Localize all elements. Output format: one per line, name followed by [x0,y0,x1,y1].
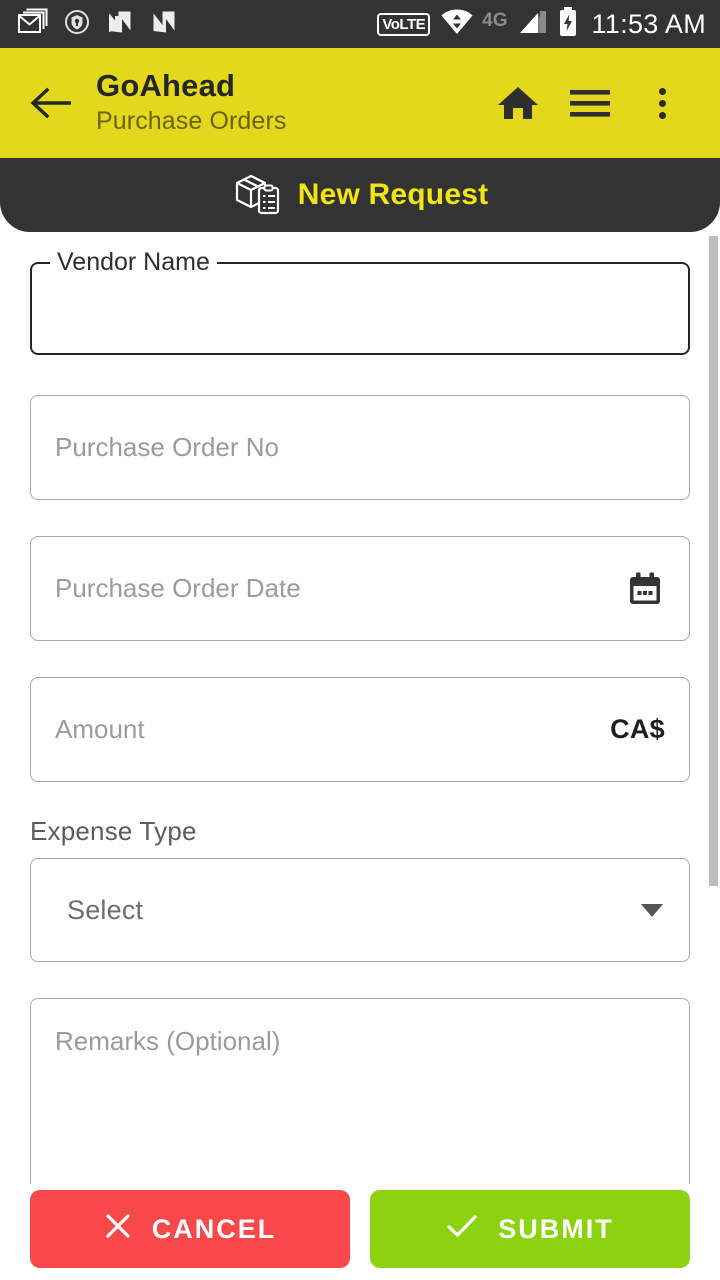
page-subtitle: Purchase Orders [96,107,287,136]
gmail-icon [18,8,48,41]
new-request-banner: New Request [0,158,720,232]
remarks-input[interactable] [55,1025,665,1171]
vendor-name-input[interactable] [48,268,672,347]
cancel-button-label: CANCEL [151,1213,277,1244]
overflow-menu-button[interactable] [626,67,698,139]
vendor-name-field[interactable]: Vendor Name [30,250,690,355]
purchase-order-no-input[interactable] [55,432,665,463]
wifi-icon [440,8,474,41]
status-bar-clock: 11:53 AM [591,8,706,39]
signal-icon [518,8,548,41]
home-icon [498,87,538,119]
chevron-down-icon [641,903,663,917]
scrollbar-thumb[interactable] [709,236,718,886]
submit-button-label: SUBMIT [498,1213,614,1244]
banner-title: New Request [297,178,489,211]
hamburger-menu-icon [570,90,610,117]
app-bar: GoAhead Purchase Orders [0,48,720,158]
page-title: GoAhead [96,67,236,103]
nova-launcher-icon [106,8,134,41]
app-bar-titles: GoAhead Purchase Orders [96,68,482,137]
overflow-menu-icon [658,87,666,119]
form-scrollbar[interactable] [709,236,718,1280]
expense-type-selected-value: Select [67,894,144,925]
arrow-left-icon [30,87,71,119]
menu-button[interactable] [554,67,626,139]
package-clipboard-icon [232,170,282,221]
purchase-order-date-field[interactable] [30,536,690,641]
volte-icon: VoLTE [377,12,431,36]
back-button[interactable] [24,75,80,131]
currency-label: CA$ [610,714,665,744]
submit-button[interactable]: SUBMIT [370,1190,690,1268]
expense-type-label: Expense Type [30,816,197,846]
network-type-label: 4G [482,9,508,31]
calendar-icon[interactable] [625,569,665,609]
amount-input[interactable] [55,714,599,745]
status-bar: VoLTE 4G 11:53 AM [0,0,720,48]
purchase-order-no-field[interactable] [30,395,690,500]
remarks-field[interactable] [30,998,690,1198]
purchase-order-form: Vendor Name Purchase Order No Purchase O… [0,232,720,1280]
cancel-button[interactable]: CANCEL [30,1190,350,1268]
status-bar-system: VoLTE 4G 11:53 AM [377,6,706,42]
form-action-bar: CANCEL SUBMIT [0,1184,720,1280]
app-screen: VoLTE 4G 11:53 AM GoAhead Purchase Order… [0,0,720,1280]
battery-charging-icon [558,6,578,42]
app-bar-actions [482,67,698,139]
nova-launcher-icon [150,8,178,41]
expense-type-select[interactable]: Select [30,858,690,962]
home-button[interactable] [482,67,554,139]
status-bar-notifications [18,8,178,41]
purchase-order-date-input[interactable] [55,573,613,604]
check-icon [446,1212,478,1247]
close-icon [104,1212,132,1247]
amount-field[interactable]: CA$ [30,677,690,782]
shield-key-icon [64,9,90,40]
